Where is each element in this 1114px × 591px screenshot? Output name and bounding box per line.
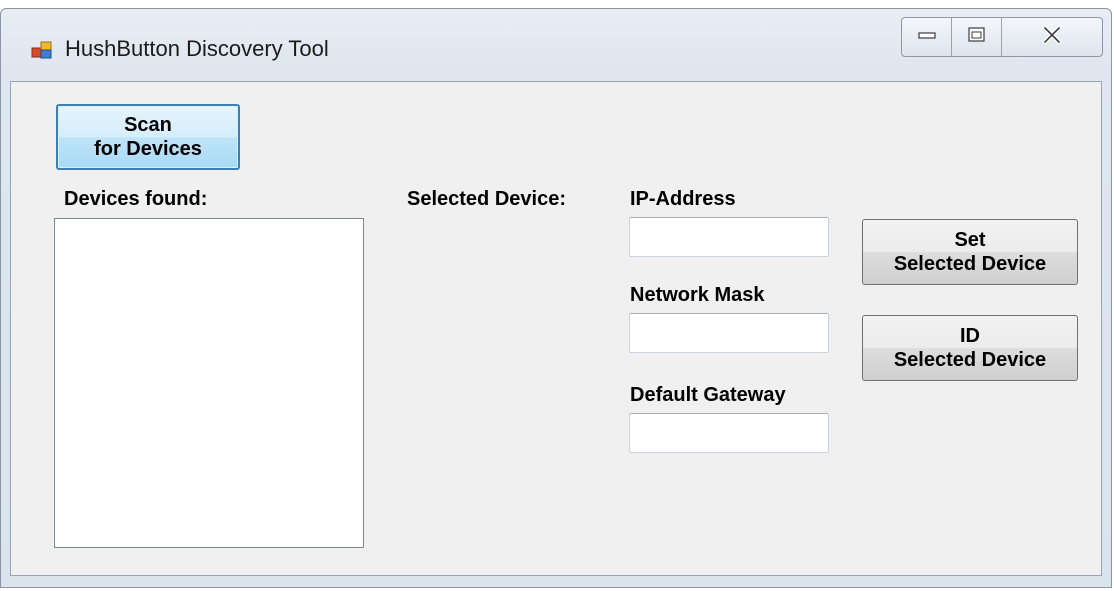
caption-buttons xyxy=(901,17,1103,57)
default-gateway-label: Default Gateway xyxy=(630,384,786,406)
id-button-line2: Selected Device xyxy=(893,349,1047,371)
client-area: Scan for Devices Devices found: Selected… xyxy=(10,81,1102,576)
minimize-button[interactable] xyxy=(902,18,952,56)
close-button[interactable] xyxy=(1002,18,1102,56)
selected-device-label: Selected Device: xyxy=(407,188,566,210)
app-icon[interactable] xyxy=(31,39,53,61)
title-bar[interactable]: HushButton Discovery Tool xyxy=(1,9,1111,81)
set-button-line1: Set xyxy=(954,229,986,251)
scan-button-line1: Scan xyxy=(124,114,172,136)
ip-address-field[interactable] xyxy=(629,217,829,257)
app-window: HushButton Discovery Tool Scan for Devic… xyxy=(0,8,1112,588)
scan-button-line2: for Devices xyxy=(94,138,202,160)
maximize-icon xyxy=(967,26,987,49)
window-title: HushButton Discovery Tool xyxy=(65,36,329,61)
scan-for-devices-button[interactable]: Scan for Devices xyxy=(56,104,240,170)
devices-found-label: Devices found: xyxy=(64,188,208,210)
network-mask-field[interactable] xyxy=(629,313,829,353)
devices-list[interactable] xyxy=(54,218,364,548)
default-gateway-field[interactable] xyxy=(629,413,829,453)
maximize-button[interactable] xyxy=(952,18,1002,56)
id-button-line1: ID xyxy=(960,325,980,347)
set-button-line2: Selected Device xyxy=(893,253,1047,275)
set-selected-device-button[interactable]: Set Selected Device xyxy=(862,219,1078,285)
close-icon xyxy=(1041,24,1063,49)
ip-address-label: IP-Address xyxy=(630,188,736,210)
minimize-icon xyxy=(917,28,937,46)
id-selected-device-button[interactable]: ID Selected Device xyxy=(862,315,1078,381)
network-mask-label: Network Mask xyxy=(630,284,765,306)
